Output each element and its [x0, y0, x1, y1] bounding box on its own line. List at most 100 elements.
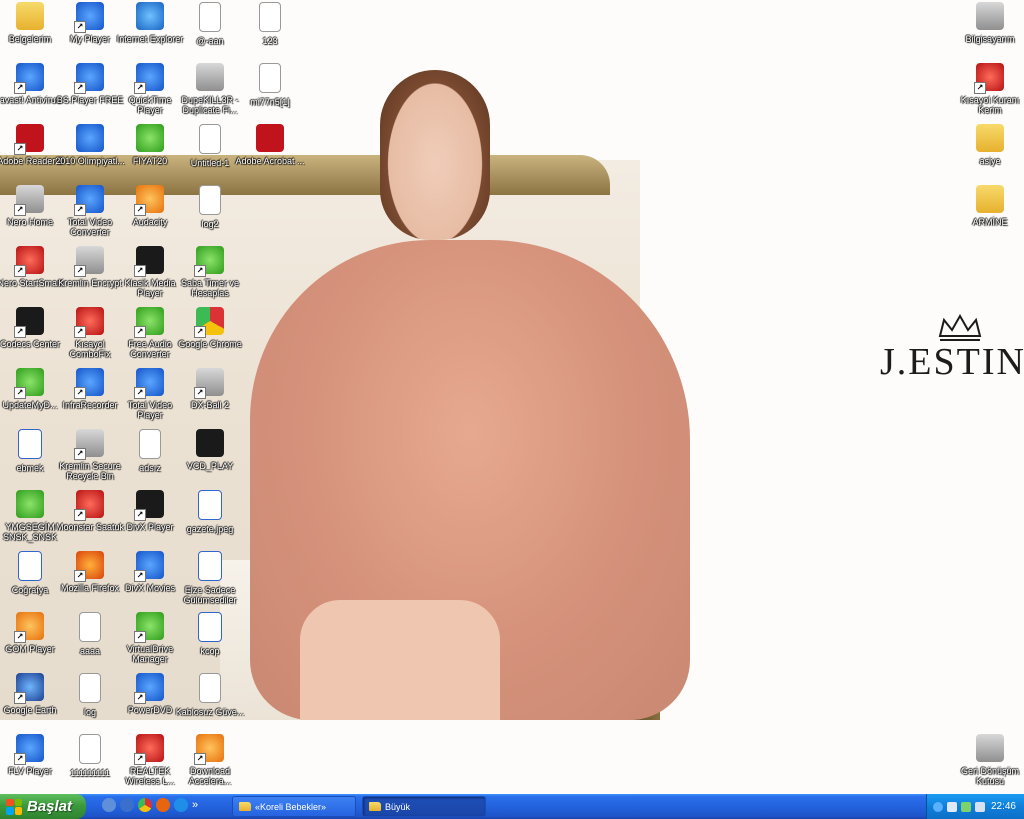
folder-icon: [239, 802, 251, 811]
speaker-icon[interactable]: [947, 801, 957, 812]
red-icon: [74, 307, 104, 338]
earth-icon: [14, 673, 44, 704]
crown-icon: [938, 313, 982, 341]
doc-icon: [199, 673, 221, 703]
desktop-icon-label: VCD_PLAY: [186, 461, 234, 471]
word-icon: [18, 551, 42, 581]
wallpaper-figure-head: [380, 70, 490, 240]
ie-icon: [136, 2, 164, 30]
start-button[interactable]: Başlat: [0, 794, 86, 819]
tray-arrow-icon[interactable]: [933, 801, 943, 812]
blue-icon: [14, 734, 44, 765]
desktop-icon[interactable]: Adobe Acrobat ...: [234, 122, 306, 166]
desktop-icon-label: adsız: [139, 463, 161, 473]
start-label: Başlat: [27, 798, 73, 815]
desktop-icon-label: 123: [262, 36, 278, 46]
gray-icon: [196, 63, 224, 91]
desktop-icon-label: My Player: [69, 34, 110, 44]
desktop-icon-label: DivX Player: [126, 522, 174, 532]
network-icon[interactable]: [975, 801, 985, 812]
quick-launch-more-button[interactable]: »: [192, 798, 198, 815]
desktop-icon[interactable]: gazete.jpeg: [174, 488, 246, 534]
pdf-icon: [256, 124, 284, 152]
desktop-icon-label: Saba Timer ve Hesaplas: [180, 278, 240, 298]
task-label: «Koreli Bebekler»: [255, 801, 327, 812]
gray-icon: [976, 2, 1004, 30]
doc-icon: [79, 734, 101, 764]
desktop-icon-label: ebmek: [16, 463, 44, 473]
chrome-icon[interactable]: [138, 798, 152, 812]
desktop-icon[interactable]: kcop: [174, 610, 246, 656]
gray-icon: [74, 429, 104, 460]
desktop-icon-label: Mozilla Firefox: [60, 583, 119, 593]
desktop-icon-label: Adobe Acrobat ...: [235, 156, 305, 166]
blue-icon: [74, 63, 104, 94]
taskbar: Başlat » «Koreli Bebekler» Büyük 22:46: [0, 794, 1024, 819]
desktop-icon[interactable]: Elze Sadece Gülümsediler: [174, 549, 246, 605]
desktop-icon-label: Untitled-1: [190, 158, 230, 168]
desktop-icon-label: DivX Movies: [124, 583, 175, 593]
ie-icon[interactable]: [174, 798, 188, 812]
quick-launch: »: [102, 798, 198, 815]
media-icon[interactable]: [120, 798, 134, 812]
taskbar-button-buyuk[interactable]: Büyük: [362, 796, 486, 817]
desktop-icon[interactable]: mi77n5[1]: [234, 61, 306, 107]
red-icon: [134, 734, 164, 765]
red-icon: [974, 63, 1004, 94]
green-icon: [194, 246, 224, 277]
desktop-icon-label: Elze Sadece Gülümsediler: [183, 585, 237, 605]
blue-icon: [14, 63, 44, 94]
wireless-signal-icon[interactable]: [961, 801, 971, 812]
desktop-icon[interactable]: DX-Ball 2: [174, 366, 246, 410]
desktop-icon[interactable]: Download Accelera...: [174, 732, 246, 786]
clock[interactable]: 22:46: [991, 801, 1016, 812]
green-icon: [14, 368, 44, 399]
doc-icon: [139, 429, 161, 459]
gray-icon: [194, 368, 224, 399]
desktop-icon[interactable]: ARMİNE: [954, 183, 1024, 227]
desktop-icon[interactable]: Kablosuz Güve...: [174, 671, 246, 717]
green-icon: [134, 612, 164, 643]
desktop-icon-label: asiye: [979, 156, 1001, 166]
desktop-icon-label: Kısayol Kuranı Kerim: [960, 95, 1020, 115]
desktop-icon[interactable]: Geri Dönüşüm Kutusu: [954, 732, 1024, 786]
doc-icon: [199, 185, 221, 215]
desktop-icon-label: DX-Ball 2: [190, 400, 229, 410]
green-icon: [136, 124, 164, 152]
gray-icon: [74, 246, 104, 277]
blue-icon: [134, 673, 164, 704]
firefox-icon[interactable]: [156, 798, 170, 812]
desktop-icon[interactable]: Saba Timer ve Hesaplas: [174, 244, 246, 298]
desktop[interactable]: J.ESTINA BelgelerimMy PlayerInternet Exp…: [0, 0, 1024, 794]
show-desktop-icon[interactable]: [102, 798, 116, 812]
black-icon: [134, 246, 164, 277]
desktop-icon-label: FLV Player: [8, 766, 52, 776]
desktop-icon[interactable]: VCD_PLAY: [174, 427, 246, 471]
desktop-icon-label: FIYAT20: [132, 156, 168, 166]
desktop-icon[interactable]: log2: [174, 183, 246, 229]
folder-icon: [369, 802, 381, 811]
desktop-icon-label: PowerDVD: [127, 705, 173, 715]
green-icon: [134, 307, 164, 338]
desktop-icon[interactable]: Bilgisayarım: [954, 0, 1024, 44]
pdf-icon: [14, 124, 44, 155]
wallpaper-brand: J.ESTINA: [880, 341, 1024, 383]
gray-icon: [976, 734, 1004, 762]
desktop-icon-label: gazete.jpeg: [186, 524, 234, 534]
blue-icon: [76, 124, 104, 152]
doc-icon: [259, 63, 281, 93]
desktop-icon[interactable]: Google Chrome: [174, 305, 246, 349]
desktop-icon[interactable]: 123: [234, 0, 306, 46]
blue-icon: [74, 2, 104, 33]
desktop-icon-label: Kablosuz Güve...: [175, 707, 245, 717]
desktop-icon-label: Kremlin Encrypt: [58, 278, 122, 288]
desktop-icon[interactable]: asiye: [954, 122, 1024, 166]
word-icon: [198, 490, 222, 520]
desktop-icon-label: kcop: [200, 646, 220, 656]
desktop-icon-label: aaaa: [79, 646, 101, 656]
desktop-icon-label: GOM Player: [5, 644, 55, 654]
desktop-icon[interactable]: Kısayol Kuranı Kerim: [954, 61, 1024, 115]
taskbar-button-koreli-bebekler[interactable]: «Koreli Bebekler»: [232, 796, 356, 817]
red-icon: [74, 490, 104, 521]
task-label: Büyük: [385, 801, 411, 812]
